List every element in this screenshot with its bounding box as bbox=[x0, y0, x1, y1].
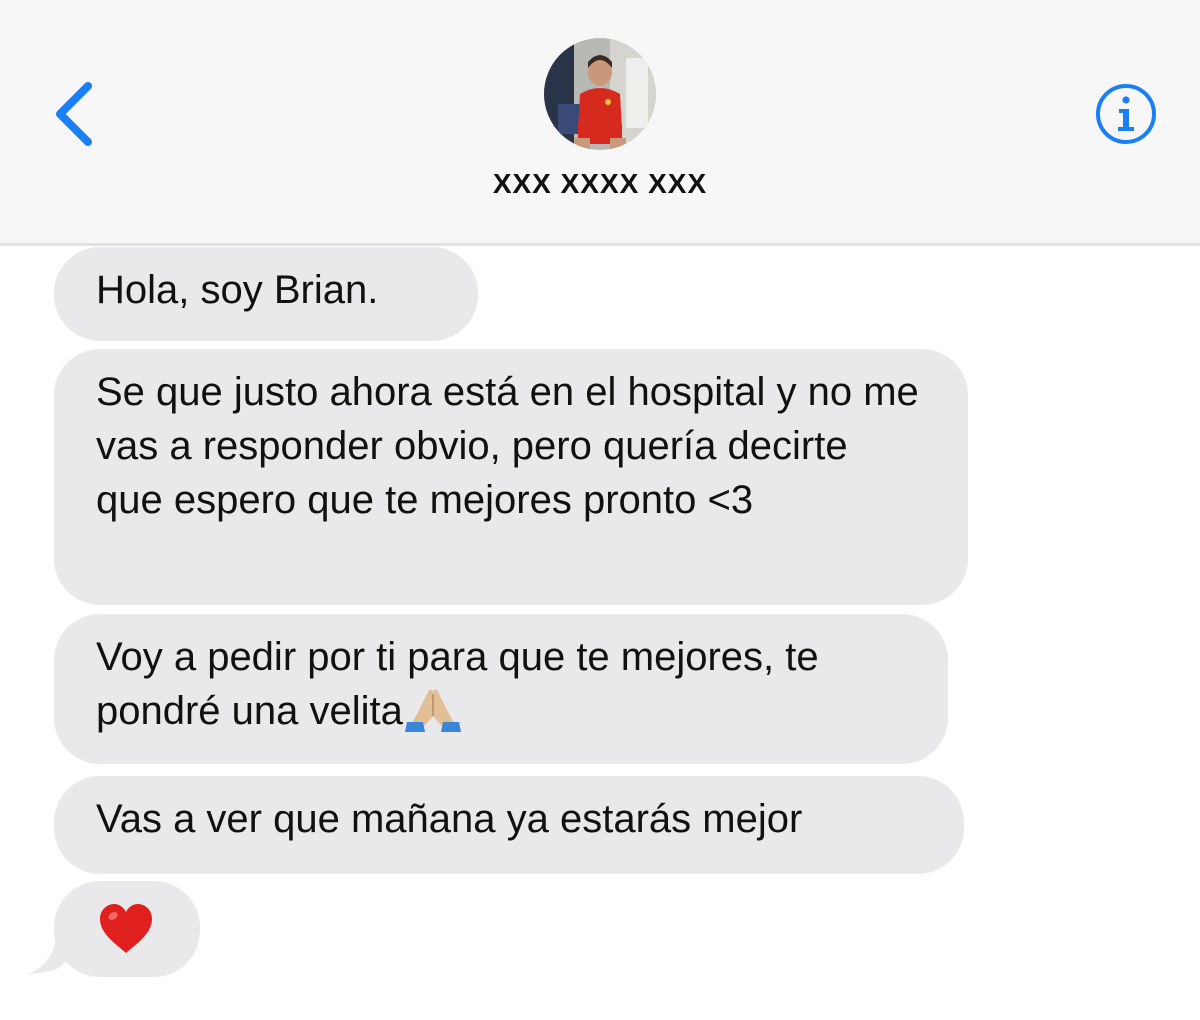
folded-hands-icon bbox=[404, 689, 461, 732]
message-bubble[interactable]: Vas a ver que mañana ya estarás mejor bbox=[54, 776, 964, 874]
contact-avatar[interactable] bbox=[544, 38, 656, 150]
message-bubble[interactable]: Se que justo ahora está en el hospital y… bbox=[54, 349, 968, 605]
contact-photo bbox=[544, 38, 656, 150]
message-text: Vas a ver que mañana ya estarás mejor bbox=[96, 797, 803, 841]
message-bubble[interactable]: Hola, soy Brian. bbox=[54, 247, 478, 341]
message-text: Se que justo ahora está en el hospital y… bbox=[96, 370, 919, 522]
info-button[interactable] bbox=[1094, 82, 1158, 146]
red-heart-icon bbox=[100, 904, 152, 953]
back-button[interactable] bbox=[48, 76, 108, 156]
message-bubble[interactable] bbox=[54, 881, 200, 977]
info-circle-icon bbox=[1096, 84, 1156, 144]
message-text: Hola, soy Brian. bbox=[96, 268, 379, 312]
conversation-header: XXX XXXX XXX bbox=[0, 0, 1200, 246]
contact-name[interactable]: XXX XXXX XXX bbox=[400, 168, 800, 200]
chevron-left-icon bbox=[56, 82, 92, 146]
message-bubble[interactable]: Voy a pedir por ti para que te mejores, … bbox=[54, 614, 948, 764]
